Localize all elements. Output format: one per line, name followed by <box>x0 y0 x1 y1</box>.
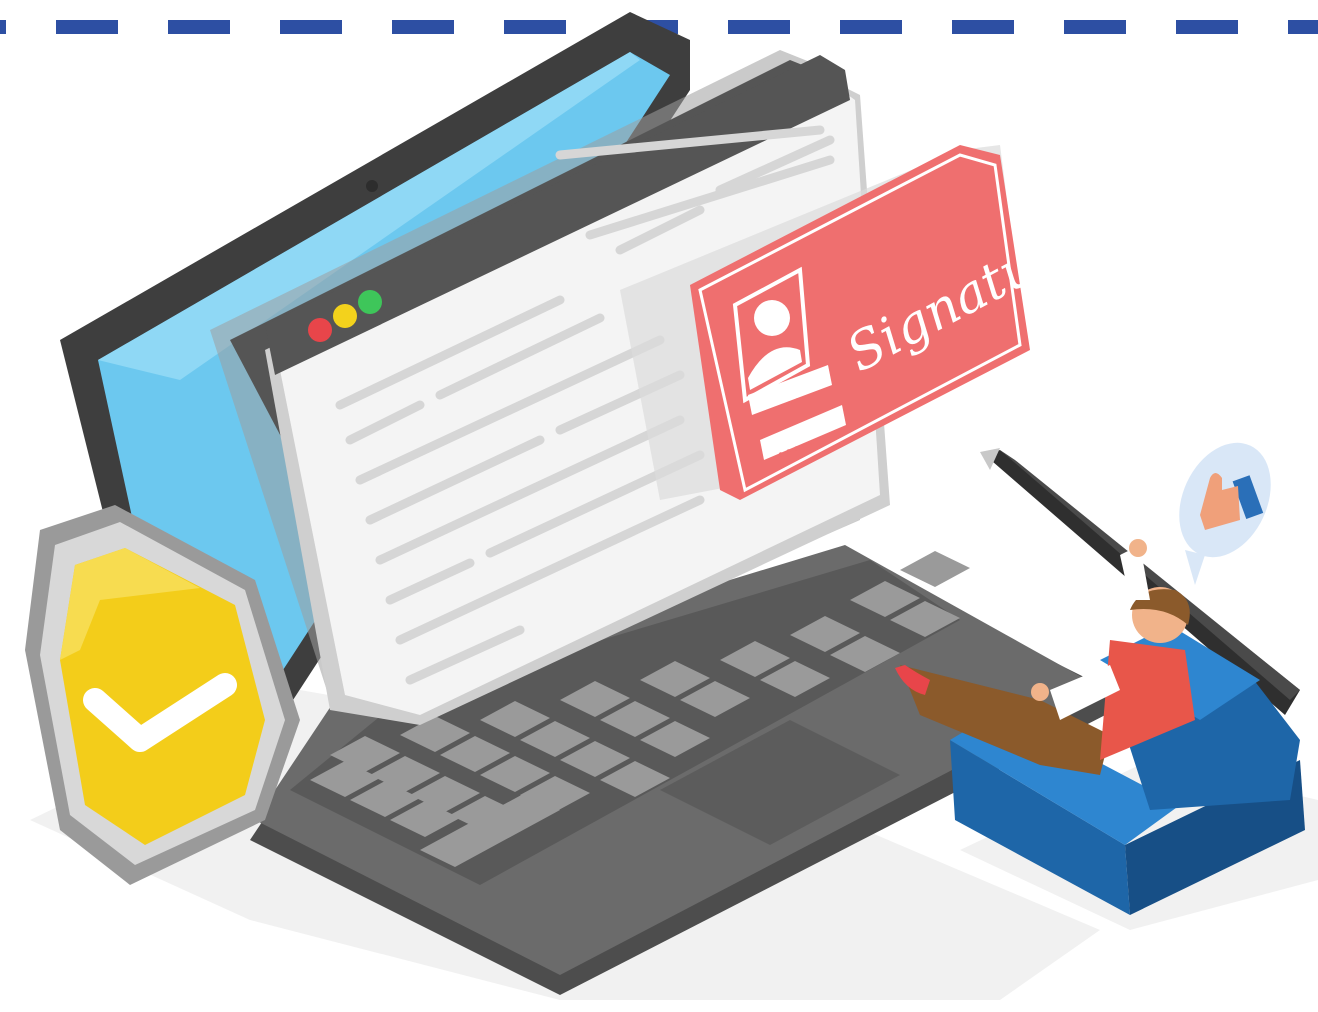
e-signature-illustration: ••••• ••••• Signature <box>0 12 1318 1000</box>
window-dot-red <box>308 318 332 342</box>
illustration-canvas: ••••• ••••• Signature <box>0 0 1318 1012</box>
window-dot-yellow <box>333 304 357 328</box>
thumbs-up-icon <box>1179 442 1271 585</box>
window-dot-green <box>358 290 382 314</box>
